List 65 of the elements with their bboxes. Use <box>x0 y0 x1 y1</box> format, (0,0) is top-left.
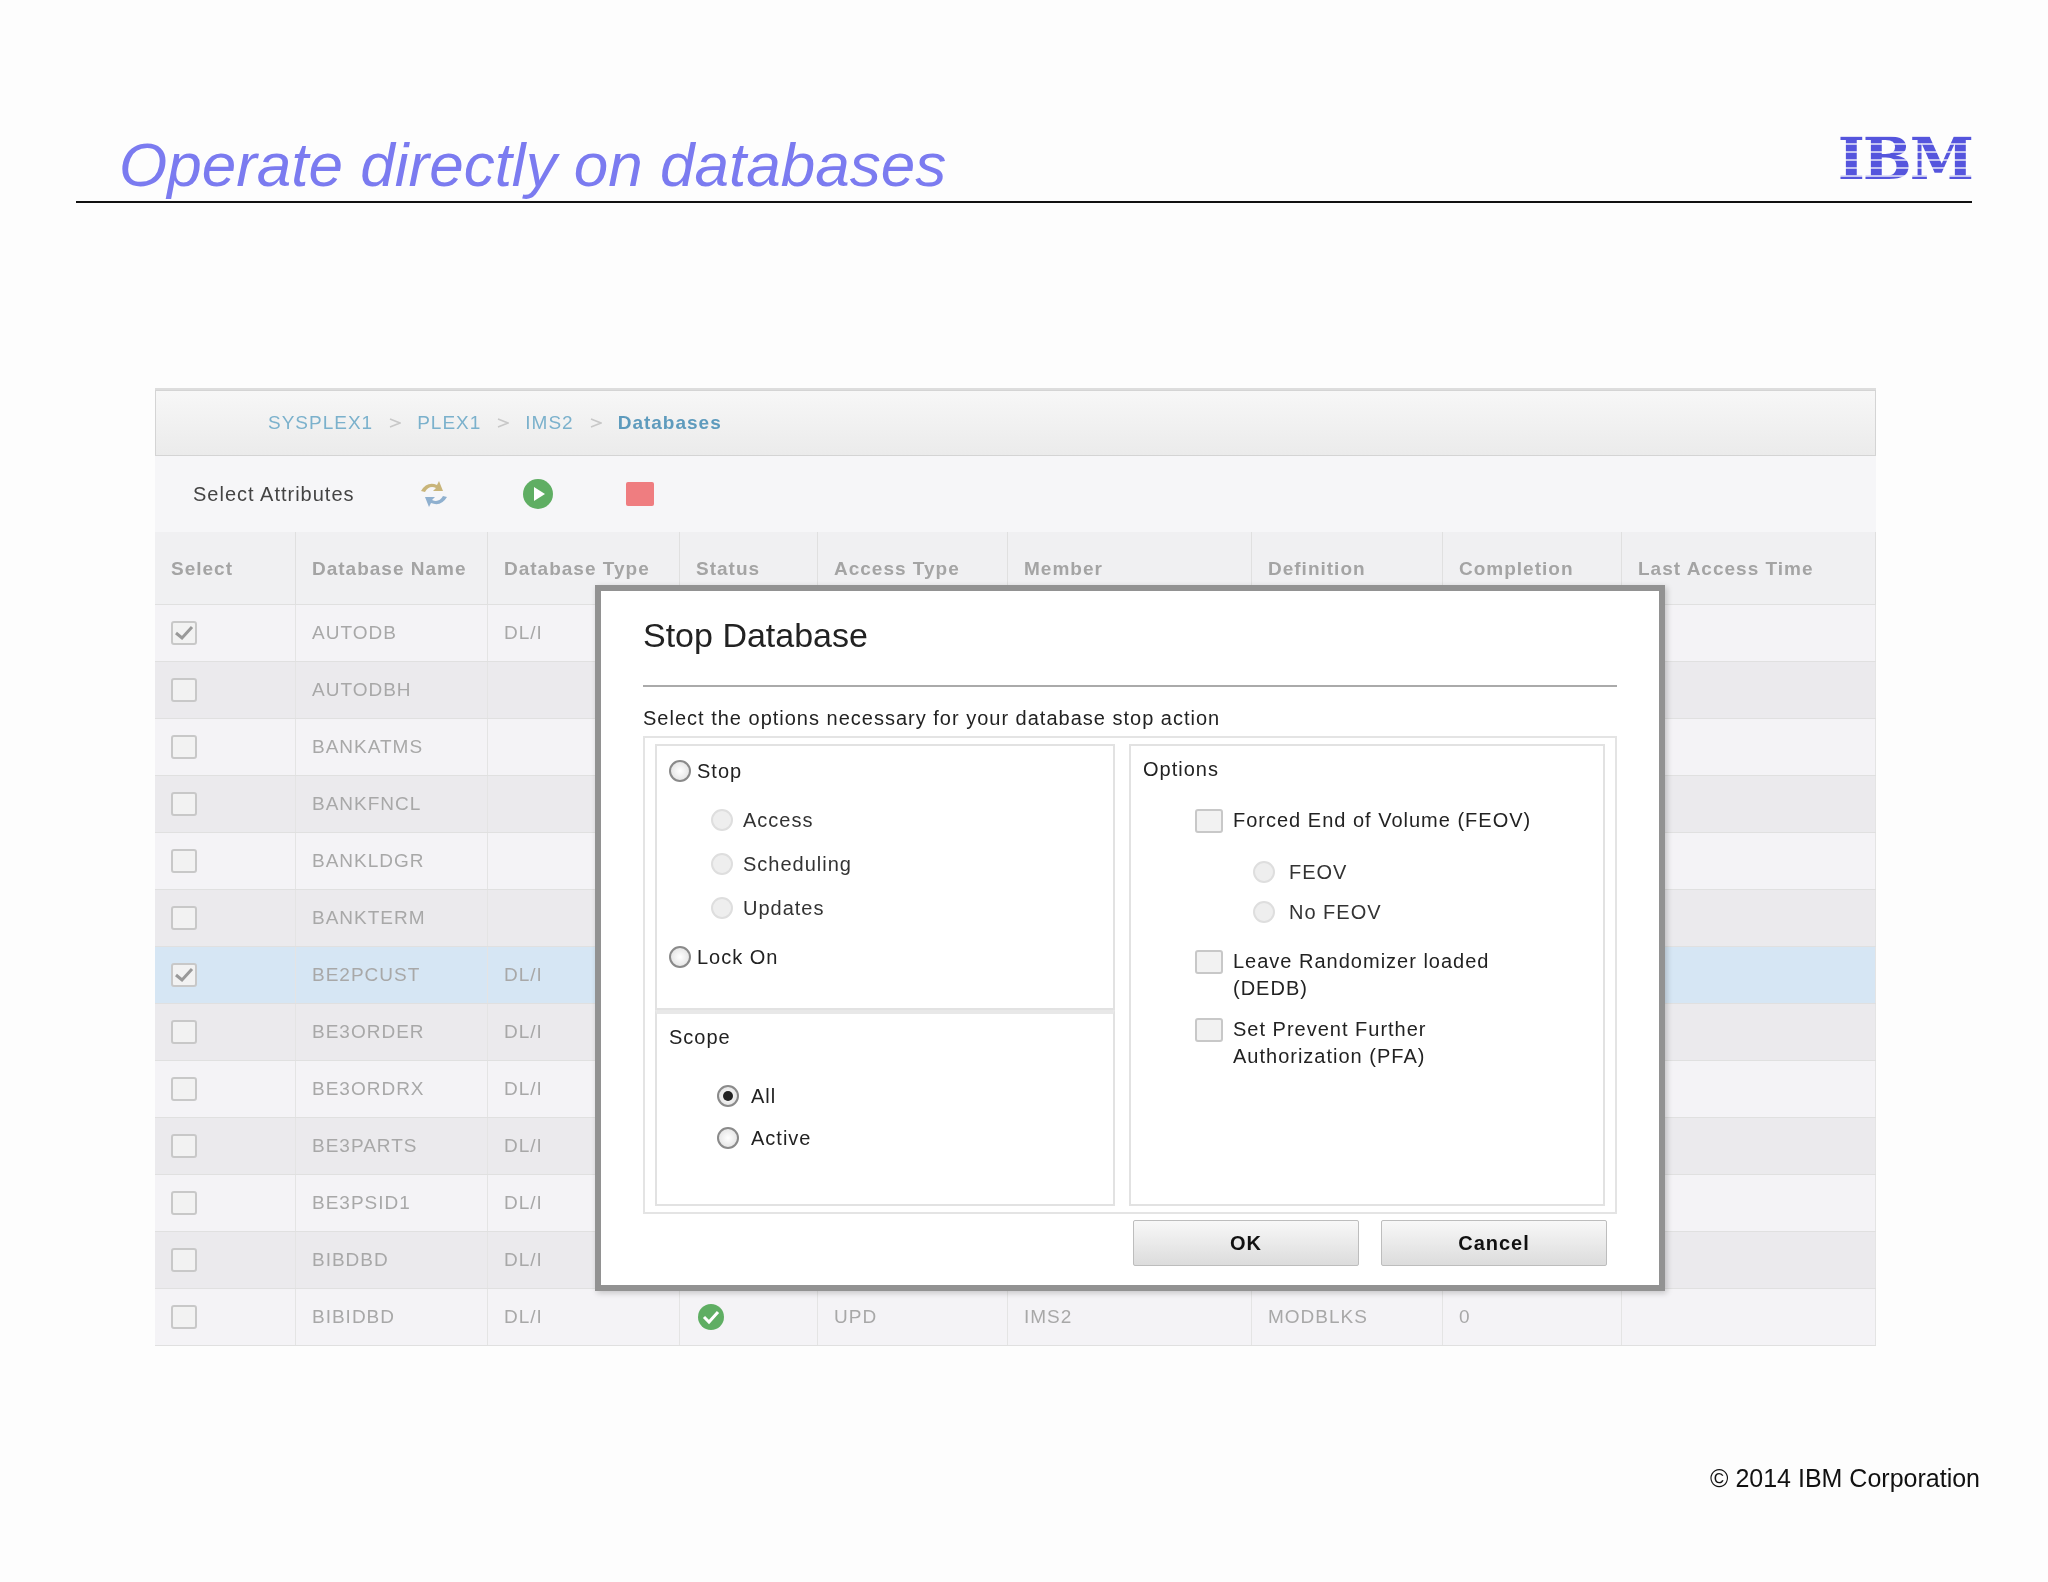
row-checkbox[interactable] <box>171 963 197 987</box>
row-checkbox[interactable] <box>171 1077 197 1101</box>
row-checkbox[interactable] <box>171 1134 197 1158</box>
radio-label: No FEOV <box>1289 900 1382 924</box>
row-checkbox[interactable] <box>171 792 197 816</box>
row-checkbox[interactable] <box>171 621 197 645</box>
checkbox-label: Forced End of Volume (FEOV) <box>1233 808 1533 833</box>
breadcrumb-link[interactable]: SYSPLEX1 <box>268 412 374 434</box>
chevron-icon <box>497 418 510 428</box>
radio-label: FEOV <box>1289 860 1348 884</box>
start-icon[interactable] <box>520 477 555 511</box>
row-checkbox[interactable] <box>171 906 197 930</box>
table-cell: BANKLDGR <box>296 833 488 889</box>
instruction-text: Select the options necessary for your database stop action <box>643 707 1222 730</box>
radio-label: Stop <box>697 759 743 783</box>
checkbox[interactable] <box>1195 809 1223 833</box>
radio-label: Updates <box>743 896 825 920</box>
radio-label: Access <box>743 808 814 832</box>
row-checkbox[interactable] <box>171 678 197 702</box>
radio-button[interactable] <box>717 1127 739 1149</box>
table-cell: BE3PARTS <box>296 1118 488 1174</box>
checkbox-label: Set Prevent Further Authorization (PFA) <box>1233 1017 1428 1069</box>
column-header[interactable]: Last Access Time <box>1622 532 1876 604</box>
table-cell: BIBIDBD <box>296 1289 488 1345</box>
checkbox[interactable] <box>1195 950 1223 974</box>
radio-label: All <box>751 1084 777 1108</box>
breadcrumb-link[interactable]: IMS2 <box>525 412 574 434</box>
ok-button[interactable]: OK <box>1133 1220 1359 1266</box>
table-row[interactable]: BIBIDBD DL/I UPD IMS2 MODBLKS 0 <box>155 1289 1876 1346</box>
table-cell: BANKTERM <box>296 890 488 946</box>
row-checkbox[interactable] <box>171 1248 197 1272</box>
table-cell: AUTODBH <box>296 662 488 718</box>
copyright-text: © 2014 IBM Corporation <box>1710 1464 1980 1493</box>
row-checkbox[interactable] <box>171 849 197 873</box>
radio-label: Active <box>751 1126 812 1150</box>
row-checkbox[interactable] <box>171 1191 197 1215</box>
radio-button[interactable] <box>717 1085 739 1107</box>
checkbox-label: Leave Randomizer loaded (DEDB) <box>1233 949 1491 1001</box>
row-checkbox[interactable] <box>171 735 197 759</box>
table-cell: BANKATMS <box>296 719 488 775</box>
row-checkbox[interactable] <box>171 1305 197 1329</box>
slide-title: Operate directly on databases <box>119 129 947 201</box>
radio-button[interactable] <box>669 946 691 968</box>
table-cell: BE2PCUST <box>296 947 488 1003</box>
column-header[interactable]: Database Name <box>296 532 488 604</box>
table-cell: BANKFNCL <box>296 776 488 832</box>
row-checkbox[interactable] <box>171 1020 197 1044</box>
select-attributes-link[interactable]: Select Attributes <box>193 482 355 506</box>
checkbox[interactable] <box>1195 1018 1223 1042</box>
options-heading: Options <box>1143 758 1220 781</box>
table-cell: AUTODB <box>296 605 488 661</box>
table-cell: BE3ORDRX <box>296 1061 488 1117</box>
table-cell: BE3PSID1 <box>296 1175 488 1231</box>
radio-label: Lock On <box>697 945 779 969</box>
radio-button[interactable] <box>669 760 691 782</box>
breadcrumb-link[interactable]: Databases <box>617 412 722 434</box>
radio-label: Scheduling <box>743 852 852 876</box>
cancel-button[interactable]: Cancel <box>1381 1220 1607 1266</box>
chevron-icon <box>589 418 602 428</box>
table-cell: BIBDBD <box>296 1232 488 1288</box>
stop-icon[interactable] <box>624 481 655 507</box>
table-cell: BE3ORDER <box>296 1004 488 1060</box>
column-header[interactable]: Select <box>155 532 296 604</box>
chevron-icon <box>389 418 402 428</box>
breadcrumb-link[interactable]: PLEX1 <box>417 412 482 434</box>
